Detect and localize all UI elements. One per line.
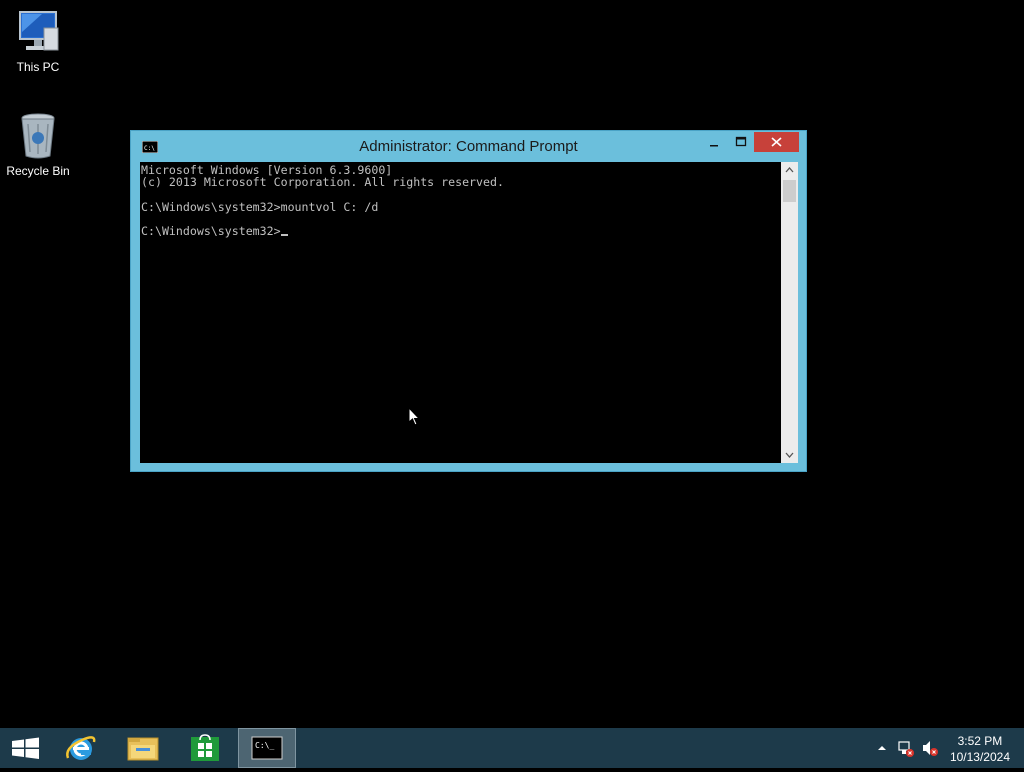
taskbar-file-explorer[interactable] bbox=[114, 728, 172, 768]
scroll-thumb[interactable] bbox=[783, 180, 796, 202]
this-pc-label: This PC bbox=[16, 60, 60, 74]
taskbar-internet-explorer[interactable] bbox=[52, 728, 110, 768]
recycle-bin-icon bbox=[21, 113, 55, 159]
scroll-down-button[interactable] bbox=[781, 447, 798, 463]
close-icon bbox=[771, 137, 782, 147]
maximize-icon bbox=[735, 136, 747, 147]
this-pc-icon bbox=[19, 11, 59, 51]
clock-time: 3:52 PM bbox=[957, 734, 1003, 748]
file-explorer-icon bbox=[127, 737, 159, 761]
store-icon bbox=[191, 734, 219, 761]
console-line: C:\Windows\system32>mountvol C: /d bbox=[141, 199, 379, 214]
close-button[interactable] bbox=[754, 132, 799, 152]
recycle-bin-label: Recycle Bin bbox=[6, 164, 70, 178]
network-tray-button[interactable] bbox=[896, 728, 916, 768]
vertical-scrollbar[interactable] bbox=[781, 162, 798, 463]
volume-muted-icon bbox=[923, 741, 938, 756]
desktop-icon-this-pc[interactable]: This PC bbox=[0, 10, 76, 74]
console-output[interactable]: Microsoft Windows [Version 6.3.9600] (c)… bbox=[140, 162, 781, 463]
mouse-pointer-icon bbox=[408, 407, 420, 426]
show-hidden-icons-button[interactable] bbox=[874, 728, 890, 768]
scroll-up-button[interactable] bbox=[781, 162, 798, 178]
minimize-icon bbox=[710, 145, 718, 147]
title-bar[interactable]: C:\ Administrator: Command Prompt bbox=[131, 131, 806, 163]
cmd-icon-text: C:\_ bbox=[255, 741, 274, 750]
internet-explorer-icon bbox=[66, 736, 96, 760]
taskbar: C:\_ 3:52 PM 10/13/2024 bbox=[0, 728, 1024, 768]
chevron-up-icon bbox=[785, 167, 794, 173]
chevron-up-icon bbox=[878, 746, 886, 750]
clock-date: 10/13/2024 bbox=[949, 750, 1010, 764]
command-prompt-window[interactable]: C:\ Administrator: Command Prompt Micros… bbox=[130, 130, 807, 472]
console-prompt-line: C:\Windows\system32> bbox=[141, 224, 281, 239]
volume-tray-button[interactable] bbox=[920, 728, 940, 768]
text-cursor bbox=[280, 234, 288, 237]
maximize-button[interactable] bbox=[728, 134, 754, 155]
console-line: (c) 2013 Microsoft Corporation. All righ… bbox=[141, 175, 504, 190]
taskbar-command-prompt[interactable]: C:\_ bbox=[238, 728, 296, 768]
minimize-button[interactable] bbox=[701, 134, 727, 155]
command-prompt-icon: C:\_ bbox=[251, 736, 283, 760]
desktop-icon-recycle-bin[interactable]: Recycle Bin bbox=[0, 112, 76, 178]
clock[interactable]: 3:52 PM 10/13/2024 bbox=[950, 733, 1010, 765]
taskbar-store[interactable] bbox=[176, 728, 234, 768]
start-button[interactable] bbox=[0, 728, 58, 768]
chevron-down-icon bbox=[785, 452, 794, 458]
windows-logo-icon bbox=[12, 737, 39, 759]
network-disconnected-icon bbox=[898, 741, 914, 757]
